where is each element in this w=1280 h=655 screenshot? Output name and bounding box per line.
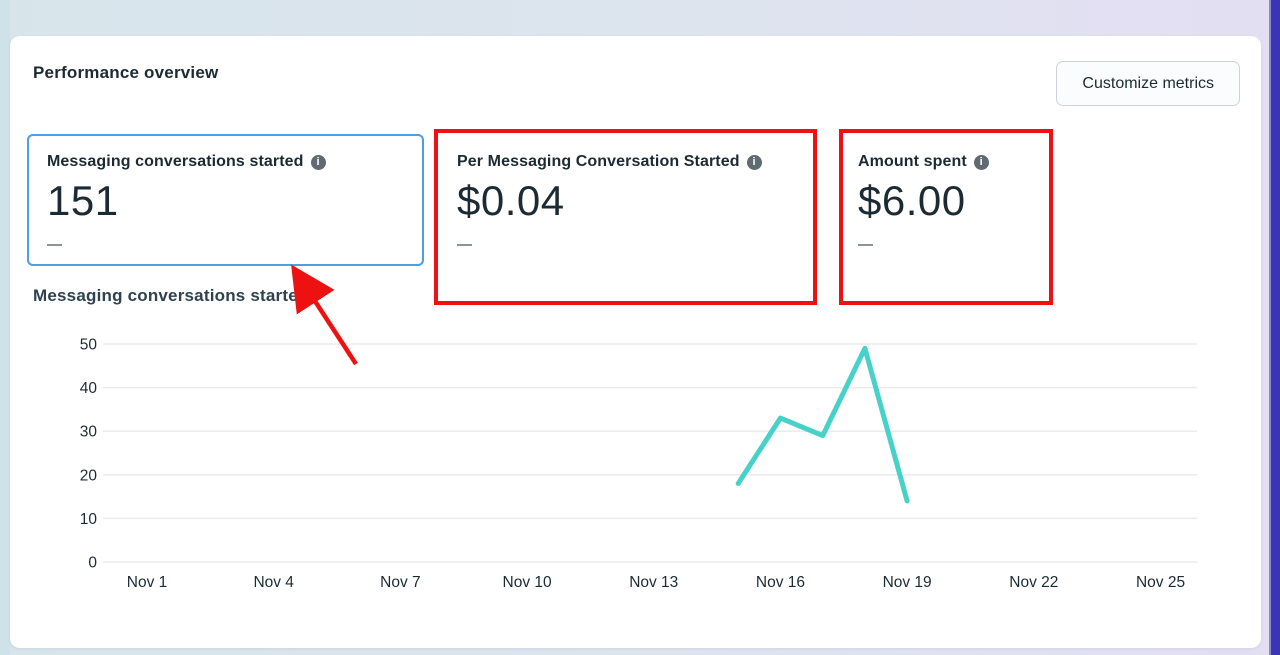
y-axis-tick-label: 0 (88, 555, 97, 572)
metric-delta: — (47, 236, 412, 253)
info-icon[interactable]: i (974, 155, 989, 170)
x-axis-tick-label: Nov 4 (253, 574, 294, 591)
page-background: { "panel": { "title": "Performance overv… (0, 0, 1280, 655)
x-axis-tick-label: Nov 19 (883, 574, 932, 591)
metric-delta: — (457, 236, 803, 253)
x-axis-tick-label: Nov 13 (629, 574, 678, 591)
metric-label: Per Messaging Conversation Started (457, 153, 740, 171)
y-axis-tick-label: 50 (80, 337, 98, 354)
info-icon[interactable]: i (311, 155, 326, 170)
y-axis-tick-label: 40 (80, 380, 98, 397)
metric-label-row: Per Messaging Conversation Started i (457, 153, 803, 171)
metric-label-row: Amount spent i (858, 153, 1041, 171)
chart-title: Messaging conversations started (33, 286, 308, 306)
y-axis-tick-label: 10 (80, 511, 98, 528)
customize-metrics-button[interactable]: Customize metrics (1056, 61, 1240, 106)
x-axis-tick-label: Nov 7 (380, 574, 421, 591)
chart-line-series (738, 348, 907, 501)
messaging-conversations-line-chart: 0 10 20 30 40 50 Nov 1 Nov 4 Nov 7 Nov 10 Nov 13 No… (10, 330, 1261, 640)
metric-card-amount-spent[interactable]: Amount spent i $6.00 — (839, 129, 1053, 305)
x-axis-tick-label: Nov 22 (1009, 574, 1058, 591)
window-edge-right-strip (1269, 0, 1280, 655)
metric-value: 151 (47, 177, 412, 225)
metric-label-row: Messaging conversations started i (47, 153, 412, 171)
metric-card-per-messaging-conversation-started[interactable]: Per Messaging Conversation Started i $0.… (434, 129, 817, 305)
info-icon[interactable]: i (747, 155, 762, 170)
metric-value: $6.00 (858, 177, 1041, 225)
y-axis-tick-label: 30 (80, 424, 98, 441)
x-axis-tick-label: Nov 10 (503, 574, 552, 591)
x-axis-tick-label: Nov 25 (1136, 574, 1185, 591)
x-axis-tick-label: Nov 16 (756, 574, 805, 591)
performance-overview-panel: Performance overview Customize metrics M… (10, 36, 1261, 648)
metric-delta: — (858, 236, 1041, 253)
metric-label: Amount spent (858, 153, 967, 171)
window-edge-left-strip (0, 0, 10, 655)
y-axis-tick-label: 20 (80, 467, 98, 484)
x-axis-tick-label: Nov 1 (127, 574, 168, 591)
metric-label: Messaging conversations started (47, 153, 304, 171)
page-title: Performance overview (33, 63, 218, 83)
metric-value: $0.04 (457, 177, 803, 225)
metric-card-messaging-conversations-started[interactable]: Messaging conversations started i 151 — (27, 134, 424, 266)
